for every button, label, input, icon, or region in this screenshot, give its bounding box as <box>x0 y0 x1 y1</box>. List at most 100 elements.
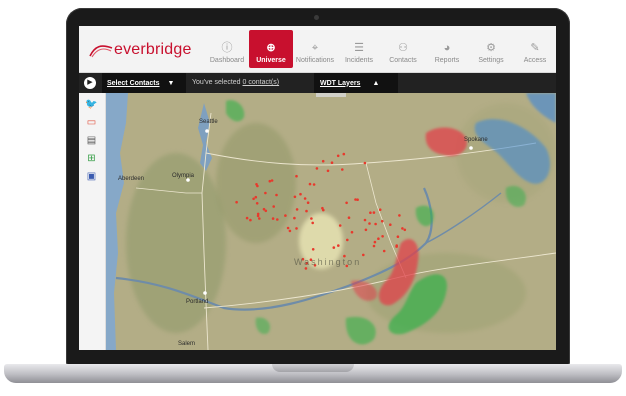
incident-dot[interactable] <box>293 216 296 220</box>
incident-dot[interactable] <box>401 227 404 230</box>
incident-dot[interactable] <box>377 237 380 240</box>
incident-dot[interactable] <box>311 221 314 225</box>
incident-dot[interactable] <box>306 201 310 204</box>
incident-dot[interactable] <box>338 224 342 227</box>
incident-dot[interactable] <box>255 183 258 186</box>
incident-dot[interactable] <box>255 202 259 205</box>
incident-dot[interactable] <box>380 219 384 223</box>
incident-dot[interactable] <box>350 230 354 234</box>
incident-dot[interactable] <box>295 174 298 178</box>
nav-reports[interactable]: ◕ Reports <box>425 30 469 68</box>
incident-dot[interactable] <box>275 193 278 197</box>
incident-dot[interactable] <box>332 246 336 249</box>
incident-dot[interactable] <box>381 235 384 238</box>
nav-notifications[interactable]: ⌖ Notifications <box>293 30 337 68</box>
nav-access[interactable]: ✎ Access <box>513 30 556 68</box>
incident-dot[interactable] <box>362 253 365 257</box>
incident-dot[interactable] <box>256 212 260 216</box>
nav-incidents[interactable]: ☰ Incidents <box>337 30 381 68</box>
incident-dot[interactable] <box>272 205 275 208</box>
incident-dot[interactable] <box>249 218 252 222</box>
nav-dashboard[interactable]: ⓘ Dashboard <box>205 30 249 68</box>
incident-dot[interactable] <box>235 200 238 204</box>
play-button[interactable]: ▶ <box>84 77 96 89</box>
incident-dot[interactable] <box>378 208 382 211</box>
incident-dot[interactable] <box>264 191 267 195</box>
incident-dot[interactable] <box>389 223 392 226</box>
incident-dot[interactable] <box>284 214 287 217</box>
incident-dot[interactable] <box>312 183 316 186</box>
incident-dot[interactable] <box>276 218 279 221</box>
incident-dot[interactable] <box>321 159 325 163</box>
incident-dot[interactable] <box>396 235 400 238</box>
pan-handle[interactable] <box>316 93 346 97</box>
incident-dot[interactable] <box>382 249 386 253</box>
incident-dot[interactable] <box>337 244 340 247</box>
incident-dot[interactable] <box>310 217 313 220</box>
incident-dot[interactable] <box>356 198 359 201</box>
incident-dot[interactable] <box>341 168 344 171</box>
incident-dot[interactable] <box>258 217 261 220</box>
incident-dot[interactable] <box>315 167 319 170</box>
select-contacts-dropdown[interactable]: Select Contacts ▼ <box>102 73 186 93</box>
incident-dot[interactable] <box>326 169 330 173</box>
incident-dot[interactable] <box>395 244 399 247</box>
nav-universe[interactable]: ⊕ Universe <box>249 30 293 68</box>
selected-contacts-link[interactable]: 0 contact(s) <box>243 79 280 86</box>
nav-dashboard-label: Dashboard <box>209 57 245 64</box>
incident-dot[interactable] <box>364 228 368 232</box>
twitter-icon[interactable]: 🐦 <box>83 98 100 111</box>
main-nav: ⓘ Dashboard ⊕ Universe ⌖ Notifications ☰… <box>205 30 556 68</box>
incident-dot[interactable] <box>286 226 290 230</box>
chat-icon[interactable]: ▭ <box>83 116 100 129</box>
incident-dot[interactable] <box>368 222 371 225</box>
incident-dot[interactable] <box>268 179 272 183</box>
incident-dot[interactable] <box>374 222 377 226</box>
city-marker-seattle[interactable] <box>205 129 209 133</box>
incident-dot[interactable] <box>403 228 407 232</box>
incident-dot[interactable] <box>346 238 349 242</box>
logo-text: everbridge <box>114 41 192 58</box>
incident-dot[interactable] <box>304 267 308 270</box>
wdt-layers-dropdown[interactable]: WDT Layers ▲ <box>314 73 398 93</box>
incident-dot[interactable] <box>342 152 346 156</box>
city-marker-portland[interactable] <box>203 291 207 295</box>
list-icon: ☰ <box>354 42 364 54</box>
incident-dot[interactable] <box>288 229 292 233</box>
city-marker-spokane[interactable] <box>469 146 473 150</box>
globe-icon: ⊕ <box>266 42 276 54</box>
nav-settings[interactable]: ⚙ Settings <box>469 30 513 68</box>
incident-dot[interactable] <box>299 192 302 196</box>
incident-dot[interactable] <box>303 197 307 200</box>
incident-dot[interactable] <box>295 208 299 211</box>
network-icon[interactable]: ⊞ <box>83 152 100 165</box>
incident-dot[interactable] <box>311 248 315 251</box>
incident-dot[interactable] <box>373 240 377 244</box>
nav-notifications-label: Notifications <box>295 57 335 64</box>
bus-icon[interactable]: ▤ <box>83 134 100 147</box>
incident-dot[interactable] <box>305 209 308 213</box>
incident-dot[interactable] <box>336 154 340 158</box>
incident-dot[interactable] <box>308 182 312 186</box>
incident-dot[interactable] <box>322 208 325 212</box>
incident-dot[interactable] <box>398 214 401 217</box>
incident-dot[interactable] <box>271 217 275 220</box>
incident-dot[interactable] <box>270 179 274 182</box>
incident-dot[interactable] <box>363 218 367 222</box>
incident-dot[interactable] <box>363 161 367 165</box>
incident-dot[interactable] <box>252 197 255 201</box>
incident-dot[interactable] <box>330 161 334 164</box>
incident-dot[interactable] <box>372 244 376 248</box>
badge-icon[interactable]: ▣ <box>83 170 100 183</box>
incident-dot[interactable] <box>347 216 351 219</box>
incident-dot[interactable] <box>245 216 249 220</box>
incident-dot[interactable] <box>295 227 298 230</box>
weather-map[interactable]: Seattle Olympia Aberdeen Portland Salem … <box>106 93 556 350</box>
nav-contacts[interactable]: ⚇ Contacts <box>381 30 425 68</box>
incident-dot[interactable] <box>372 211 376 214</box>
incident-dot[interactable] <box>254 195 258 199</box>
incident-dot[interactable] <box>369 211 372 214</box>
incident-dot[interactable] <box>293 195 297 199</box>
incident-dot[interactable] <box>262 207 266 211</box>
incident-dot[interactable] <box>345 201 348 205</box>
